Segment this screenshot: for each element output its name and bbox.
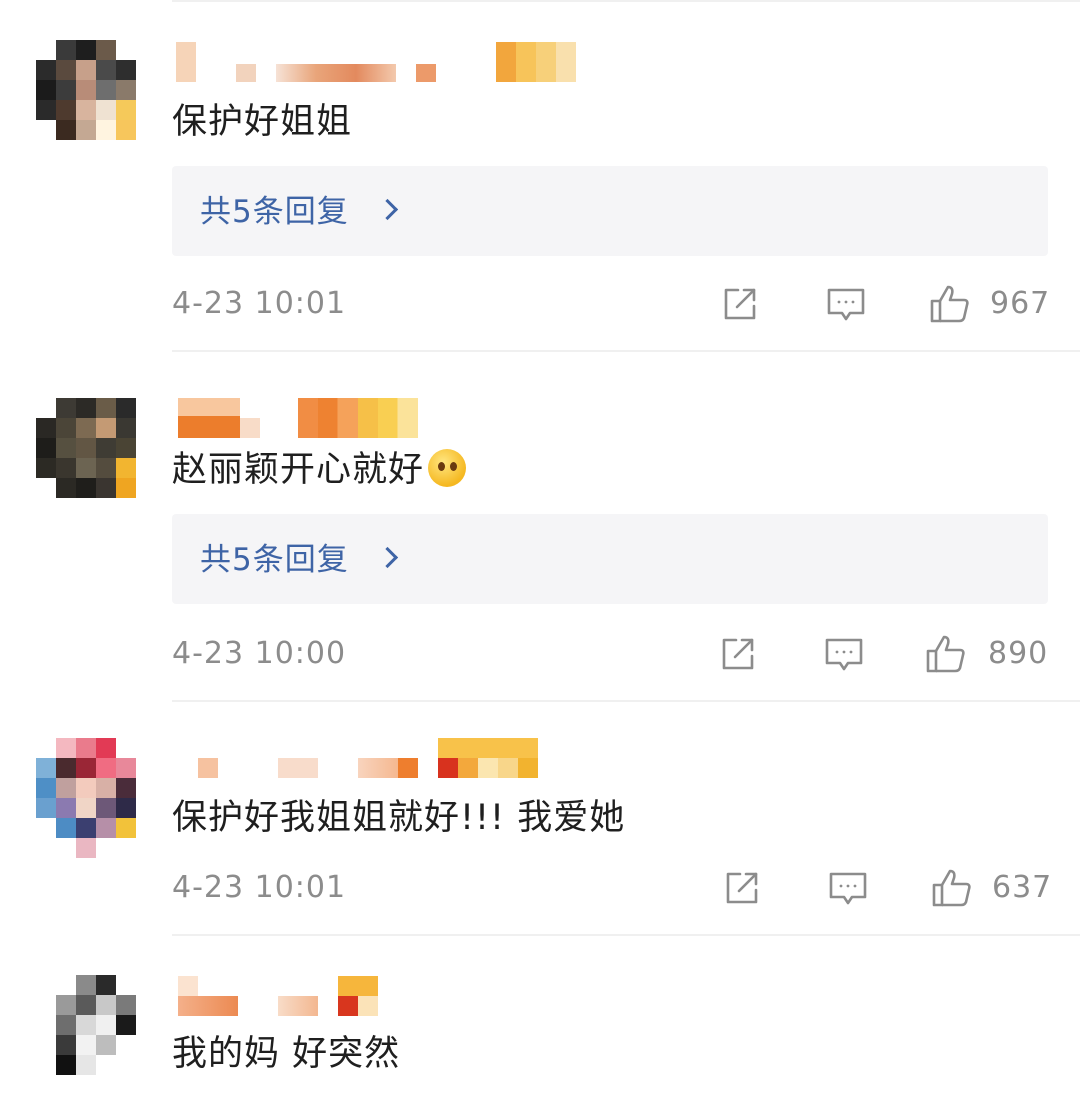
- comment-icon[interactable]: [826, 866, 870, 910]
- comment-3-meta: 4-23 10:01 637: [172, 866, 1051, 910]
- comment-divider: [172, 350, 1080, 352]
- top-divider: [172, 0, 1080, 2]
- comment-icon[interactable]: [824, 282, 868, 326]
- share-icon[interactable]: [718, 282, 762, 326]
- comment-3-like-count: 637: [992, 870, 1053, 905]
- like-icon[interactable]: [928, 282, 972, 326]
- hugging-face-emoji-icon: [428, 449, 467, 487]
- comment-2-text-body: 赵丽颖开心就好: [172, 450, 425, 490]
- comment-1-meta: 4-23 10:01 967: [172, 282, 1051, 326]
- comment-2-meta: 4-23 10:00 890: [172, 632, 1048, 676]
- comment-1-author-name[interactable]: [176, 42, 576, 82]
- comment-3-avatar[interactable]: [36, 738, 140, 858]
- comment-3-author-name[interactable]: [178, 738, 538, 778]
- comment-1-replies-label: 共5条回复: [200, 194, 349, 230]
- comment-divider: [172, 700, 1080, 702]
- comment-2-timestamp: 4-23 10:00: [172, 636, 347, 671]
- comment-1-timestamp: 4-23 10:01: [172, 286, 347, 321]
- comment-3-timestamp: 4-23 10:01: [172, 870, 347, 905]
- comment-1-replies-link[interactable]: 共5条回复: [172, 166, 1048, 256]
- comment-2-replies-label: 共5条回复: [200, 542, 349, 578]
- share-icon[interactable]: [716, 632, 760, 676]
- comment-3-text: 保护好我姐姐就好!!! 我爱她: [172, 798, 626, 838]
- comment-2-author-name[interactable]: [178, 398, 420, 438]
- like-icon[interactable]: [924, 632, 968, 676]
- chevron-right-icon: [376, 546, 399, 569]
- comment-4-avatar[interactable]: [36, 975, 140, 1079]
- comment-1-text: 保护好姐姐: [172, 102, 353, 142]
- share-icon[interactable]: [720, 866, 764, 910]
- chevron-right-icon: [376, 198, 399, 221]
- comment-divider: [172, 934, 1080, 936]
- comment-2-like-count: 890: [988, 636, 1049, 671]
- comment-4-author-name[interactable]: [178, 976, 378, 1016]
- comment-2-avatar[interactable]: [36, 398, 140, 502]
- comment-2-text: 赵丽颖开心就好: [172, 448, 467, 492]
- comment-1-like-count: 967: [990, 286, 1051, 321]
- comment-1-avatar[interactable]: [36, 40, 140, 144]
- comment-2-replies-link[interactable]: 共5条回复: [172, 514, 1048, 604]
- comment-4-text: 我的妈 好突然: [172, 1034, 401, 1074]
- like-icon[interactable]: [930, 866, 974, 910]
- comment-icon[interactable]: [822, 632, 866, 676]
